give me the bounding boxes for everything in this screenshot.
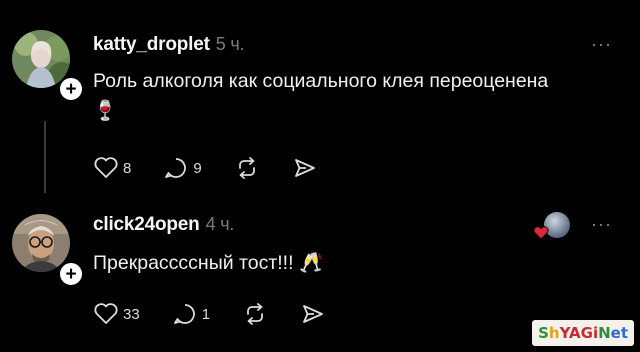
- more-options-icon[interactable]: ···: [591, 34, 612, 55]
- thread-post-1: + katty_droplet 5 ч. ··· Роль алкоголя ка…: [0, 0, 640, 200]
- username-text[interactable]: click24open: [93, 214, 200, 235]
- like-action[interactable]: 8: [93, 156, 131, 180]
- wine-glass-emoji: 🍷: [93, 100, 118, 122]
- more-options-icon[interactable]: ···: [591, 214, 612, 235]
- share-action[interactable]: [292, 156, 318, 180]
- send-icon: [303, 305, 323, 323]
- post-time: 5 ч.: [215, 34, 245, 54]
- like-count: 8: [123, 159, 132, 177]
- repost-action[interactable]: [234, 156, 260, 180]
- watermark-part: et: [610, 324, 628, 342]
- repost-icon: [247, 303, 263, 325]
- heart-icon: [94, 303, 118, 324]
- post-time: 4 ч.: [205, 214, 235, 234]
- post-text-body: Роль алкоголя как социального клея перео…: [93, 70, 549, 92]
- like-count: 33: [123, 305, 140, 323]
- comment-icon: [165, 158, 187, 178]
- username[interactable]: click24open 4 ч.: [93, 214, 234, 236]
- username-text[interactable]: katty_droplet: [93, 34, 210, 55]
- reply-count: 1: [201, 305, 211, 323]
- post-actions: 8 9: [93, 156, 350, 180]
- post-text-body: Прекрассссный тост!!!: [93, 252, 294, 274]
- watermark-logo: S h YAGi N et: [532, 320, 634, 346]
- send-icon: [294, 159, 315, 177]
- like-action[interactable]: 33: [93, 302, 140, 326]
- post-actions: 33 1: [93, 302, 358, 326]
- watermark-part: h: [548, 324, 560, 342]
- post-text: Роль алкоголя как социального клея перео…: [93, 66, 563, 126]
- avatar[interactable]: [12, 214, 70, 272]
- repost-action[interactable]: [242, 302, 268, 326]
- share-action[interactable]: [300, 302, 326, 326]
- thread-line: [44, 121, 46, 193]
- post-text: Прекрассссный тост!!! 🥂: [93, 248, 563, 278]
- liked-heart-icon: [533, 226, 549, 240]
- watermark-part: YAGi: [559, 324, 599, 342]
- reply-count: 9: [193, 159, 202, 177]
- follow-button[interactable]: +: [58, 76, 84, 102]
- clinking-glasses-emoji: 🥂: [298, 252, 324, 274]
- heart-icon: [94, 157, 118, 178]
- watermark-part: N: [598, 324, 611, 342]
- comment-icon: [173, 304, 195, 324]
- repost-icon: [238, 157, 255, 179]
- follow-button[interactable]: +: [58, 261, 84, 287]
- username[interactable]: katty_droplet 5 ч.: [93, 34, 245, 56]
- reply-action[interactable]: 9: [163, 156, 202, 180]
- watermark-part: S: [538, 324, 549, 342]
- reply-action[interactable]: 1: [172, 302, 210, 326]
